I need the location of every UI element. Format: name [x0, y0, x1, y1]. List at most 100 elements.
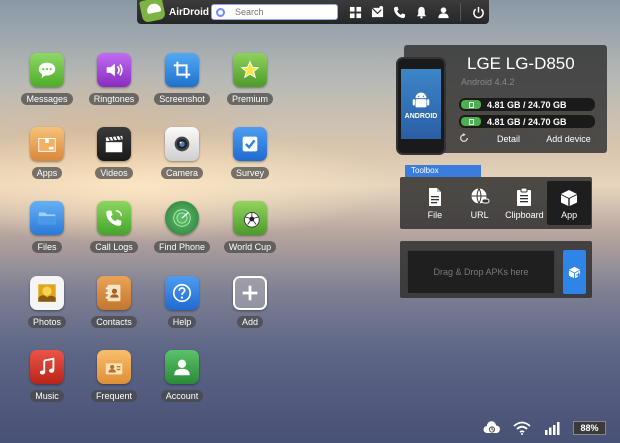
speaker-icon [97, 53, 131, 87]
app-camera[interactable]: Camera [149, 127, 215, 193]
search-box[interactable] [211, 4, 338, 20]
app-videos[interactable]: Videos [81, 127, 147, 193]
app-label: Music [30, 390, 64, 402]
apk-dropzone[interactable]: Drag & Drop APKs here [407, 250, 555, 294]
app-account[interactable]: Account [149, 350, 215, 416]
airdroid-brand[interactable]: AirDroid [137, 0, 209, 24]
app-photos[interactable]: Photos [14, 276, 80, 342]
cloud-sync-icon[interactable] [483, 421, 501, 435]
storage-text: 4.81 GB / 24.70 GB [487, 99, 567, 110]
app-find-phone[interactable]: Find Phone [149, 201, 215, 267]
globe-link-icon [471, 187, 490, 204]
toolbox-panel: File URL Clipboard App [400, 177, 592, 229]
tool-file[interactable]: File [413, 181, 457, 225]
refresh-icon[interactable] [459, 133, 469, 143]
app-label: Screenshot [154, 93, 210, 105]
user-icon[interactable] [432, 0, 454, 24]
bell-icon[interactable] [410, 0, 432, 24]
app-label: Call Logs [90, 241, 138, 253]
airdroid-logo-icon [138, 0, 167, 24]
top-bar: AirDroid [137, 0, 489, 24]
box-icon [30, 127, 64, 161]
tool-label: Clipboard [505, 209, 544, 220]
tool-url[interactable]: URL [458, 181, 502, 225]
grid-icon[interactable] [344, 0, 366, 24]
phone-screen: ANDROID [401, 69, 441, 139]
app-messages[interactable]: Messages [14, 53, 80, 119]
message-icon[interactable] [366, 0, 388, 24]
app-world-cup[interactable]: World Cup [217, 201, 283, 267]
storage-text: 4.81 GB / 24.70 GB [487, 116, 567, 127]
phone-image: ANDROID [396, 57, 446, 155]
app-premium[interactable]: Premium [217, 53, 283, 119]
install-app-icon [568, 266, 581, 278]
app-label: Messages [21, 93, 73, 105]
app-add[interactable]: Add [217, 276, 283, 342]
sd-card-icon [468, 118, 474, 125]
soccer-ball-icon [233, 201, 267, 235]
device-os-version: Android 4.4.2 [461, 77, 515, 87]
camera-icon [165, 127, 199, 161]
tool-clipboard[interactable]: Clipboard [503, 181, 547, 225]
app-label: Survey [230, 167, 269, 179]
storage-usage-fill [461, 100, 481, 109]
app-label: Apps [31, 167, 63, 179]
frequent-contact-icon [97, 350, 131, 384]
crop-icon [165, 53, 199, 87]
app-box-icon [561, 189, 578, 206]
app-ringtones[interactable]: Ringtones [81, 53, 147, 119]
app-label: Premium [226, 93, 273, 105]
app-call-logs[interactable]: Call Logs [81, 201, 147, 267]
app-music[interactable]: Music [14, 350, 80, 416]
toolbox-tab[interactable]: Toolbox [405, 165, 481, 177]
android-robot-icon [412, 92, 430, 107]
messages-icon [30, 53, 64, 87]
search-icon [216, 7, 225, 17]
app-label: Ringtones [88, 93, 140, 105]
app-apps[interactable]: Apps [14, 127, 80, 193]
tool-label: App [561, 209, 578, 220]
app-help[interactable]: Help [149, 276, 215, 342]
device-panel: ANDROID LGE LG-D850 Android 4.4.2 4.81 G… [396, 45, 607, 155]
device-name: LGE LG-D850 [467, 54, 575, 73]
signal-strength-icon [545, 422, 560, 435]
storage-usage-fill [461, 117, 481, 126]
app-screenshot[interactable]: Screenshot [149, 53, 215, 119]
battery-indicator: 88% [573, 421, 606, 435]
app-label: Contacts [91, 316, 137, 328]
account-icon [165, 350, 199, 384]
folder-icon [30, 201, 64, 235]
detail-button[interactable]: Detail [482, 132, 535, 146]
contacts-book-icon [97, 276, 131, 310]
tool-label: URL [470, 209, 489, 220]
app-label: Frequent [90, 390, 138, 402]
star-icon [233, 53, 267, 87]
checkbox-icon [233, 127, 267, 161]
clipboard-icon [517, 187, 532, 206]
clapper-icon [97, 127, 131, 161]
app-survey[interactable]: Survey [217, 127, 283, 193]
app-label: Find Phone [153, 241, 211, 253]
music-note-icon [30, 350, 64, 384]
select-apk-button[interactable] [563, 250, 586, 294]
app-label: Photos [27, 316, 67, 328]
phone-os-label: ANDROID [404, 112, 438, 120]
add-device-button[interactable]: Add device [542, 132, 595, 146]
internal-storage-bar: 4.81 GB / 24.70 GB [459, 98, 595, 111]
phone-icon[interactable] [388, 0, 410, 24]
phone-storage-icon [468, 101, 474, 108]
apk-install-panel: Drag & Drop APKs here [400, 241, 592, 298]
app-files[interactable]: Files [14, 201, 80, 267]
radar-icon [165, 201, 199, 235]
tool-app[interactable]: App [547, 181, 591, 225]
app-frequent[interactable]: Frequent [81, 350, 147, 416]
app-contacts[interactable]: Contacts [81, 276, 147, 342]
wifi-icon [513, 421, 531, 435]
app-label: Account [160, 390, 204, 402]
phone-call-icon [97, 201, 131, 235]
app-label: Files [32, 241, 62, 253]
search-input[interactable] [235, 7, 335, 17]
power-icon[interactable] [467, 0, 489, 24]
sd-storage-bar: 4.81 GB / 24.70 GB [459, 115, 595, 128]
photo-icon [30, 276, 64, 310]
